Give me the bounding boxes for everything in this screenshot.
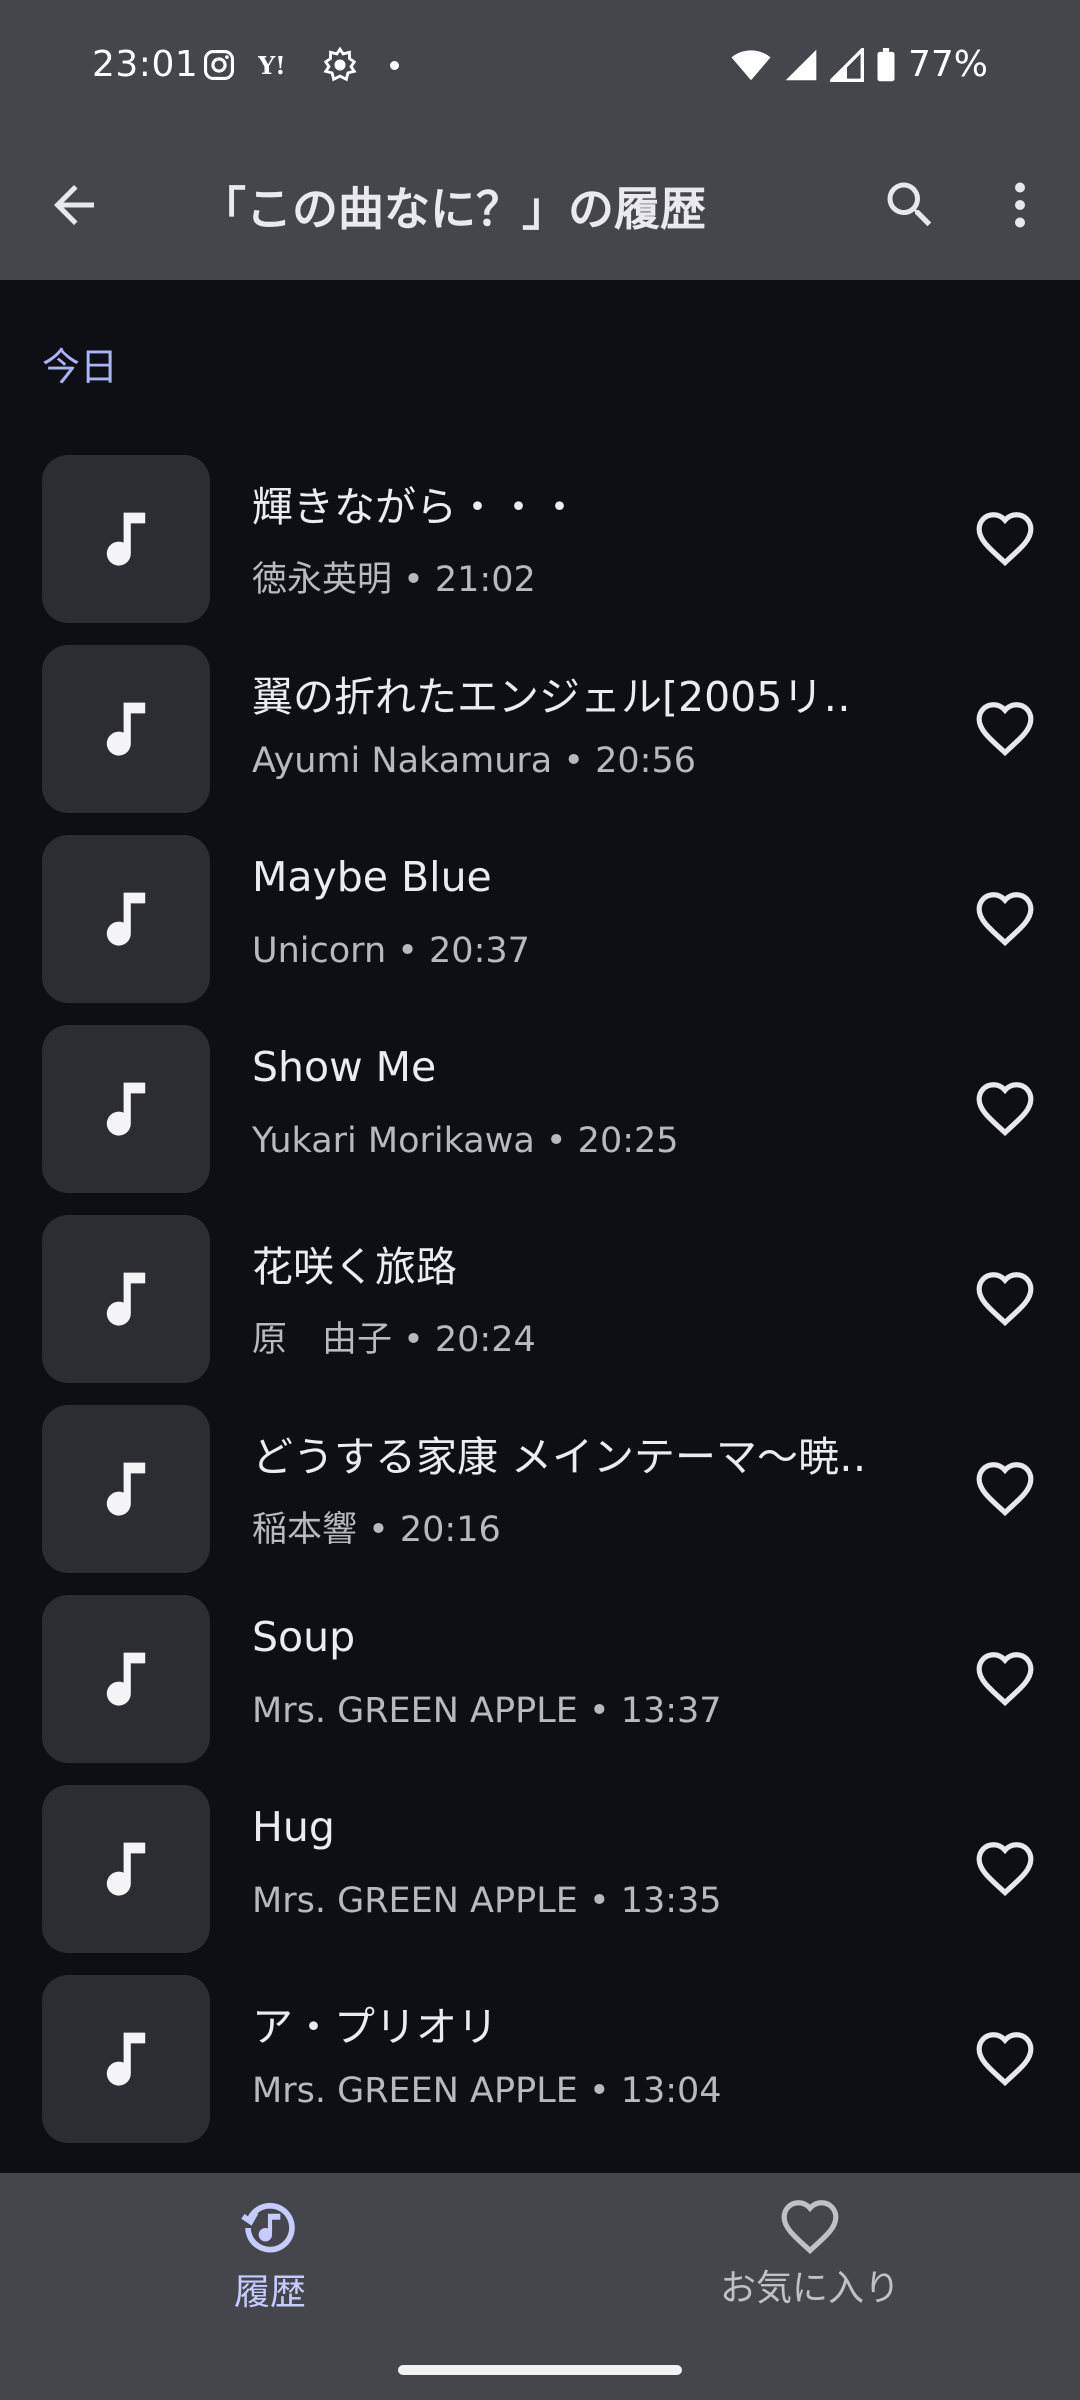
song-title: Maybe Blue bbox=[252, 853, 492, 901]
song-thumbnail bbox=[42, 1975, 210, 2143]
favorite-heart-icon[interactable] bbox=[974, 1079, 1036, 1137]
nav-favorites-tab[interactable]: お気に入り bbox=[660, 2197, 960, 2311]
song-artist-time: 稲本響 • 20:16 bbox=[252, 1510, 501, 1550]
song-artist-time: 徳永英明 • 21:02 bbox=[252, 560, 536, 600]
song-artist-time: Yukari Morikawa • 20:25 bbox=[252, 1121, 679, 1161]
favorite-heart-icon[interactable] bbox=[974, 509, 1036, 567]
nav-history-label: 履歴 bbox=[233, 2272, 306, 2313]
dot-icon bbox=[390, 60, 399, 70]
list-item[interactable]: Show Me Yukari Morikawa • 20:25 bbox=[0, 1025, 1080, 1215]
list-item[interactable]: 輝きながら・・・ 徳永英明 • 21:02 bbox=[0, 455, 1080, 645]
music-note-icon bbox=[106, 702, 146, 756]
nav-history-tab[interactable]: 履歴 bbox=[120, 2197, 420, 2315]
song-thumbnail bbox=[42, 1785, 210, 1953]
song-title: 花咲く旅路 bbox=[252, 1243, 457, 1291]
song-thumbnail bbox=[42, 1405, 210, 1573]
signal-icon bbox=[829, 47, 864, 82]
system-icons: 77% bbox=[730, 44, 988, 85]
song-artist-time: 原 由子 • 20:24 bbox=[252, 1320, 536, 1360]
yahoo-icon: Y! bbox=[258, 51, 286, 80]
song-thumbnail bbox=[42, 1595, 210, 1763]
music-note-icon bbox=[106, 1272, 146, 1326]
favorite-heart-icon[interactable] bbox=[974, 1269, 1036, 1327]
song-artist-time: Mrs. GREEN APPLE • 13:37 bbox=[252, 1691, 722, 1731]
home-indicator[interactable] bbox=[398, 2365, 682, 2375]
music-note-icon bbox=[106, 512, 146, 566]
song-list[interactable]: 輝きながら・・・ 徳永英明 • 21:02 翼の折れたエンジェル[2005リ‥ … bbox=[0, 455, 1080, 2165]
favorite-heart-icon[interactable] bbox=[974, 1649, 1036, 1707]
section-header-today: 今日 bbox=[42, 345, 119, 389]
list-item[interactable]: 花咲く旅路 原 由子 • 20:24 bbox=[0, 1215, 1080, 1405]
instagram-icon bbox=[203, 49, 235, 81]
music-note-icon bbox=[106, 2032, 146, 2086]
music-note-icon bbox=[106, 892, 146, 946]
song-thumbnail bbox=[42, 835, 210, 1003]
wifi-icon bbox=[731, 49, 771, 80]
favorite-outline-icon bbox=[781, 2200, 839, 2255]
search-icon[interactable] bbox=[880, 175, 940, 235]
favorite-heart-icon[interactable] bbox=[974, 699, 1036, 757]
music-note-icon bbox=[106, 1082, 146, 1136]
song-thumbnail bbox=[42, 455, 210, 623]
list-item[interactable]: どうする家康 メインテーマ〜暁‥ 稲本響 • 20:16 bbox=[0, 1405, 1080, 1595]
arrow-back-icon[interactable] bbox=[44, 175, 104, 235]
favorite-heart-icon[interactable] bbox=[974, 889, 1036, 947]
music-note-icon bbox=[106, 1462, 146, 1516]
history-music-icon bbox=[241, 2202, 295, 2253]
song-title: Show Me bbox=[252, 1043, 437, 1091]
song-thumbnail bbox=[42, 645, 210, 813]
song-artist-time: Ayumi Nakamura • 20:56 bbox=[252, 741, 697, 781]
music-note-icon bbox=[106, 1842, 146, 1896]
history-content[interactable]: 今日 輝きながら・・・ 徳永英明 • 21:02 翼の折れたエンジェル[2005… bbox=[0, 280, 1080, 2173]
song-title: 翼の折れたエンジェル[2005リ‥ bbox=[252, 673, 851, 721]
svg-text:Y!: Y! bbox=[258, 51, 286, 80]
song-title: ア・プリオリ bbox=[252, 2003, 498, 2051]
song-artist-time: Mrs. GREEN APPLE • 13:04 bbox=[252, 2071, 722, 2111]
app-notification-icon bbox=[323, 46, 357, 82]
list-item[interactable]: Soup Mrs. GREEN APPLE • 13:37 bbox=[0, 1595, 1080, 1785]
song-artist-time: Mrs. GREEN APPLE • 13:35 bbox=[252, 1881, 722, 1921]
song-artist-time: Unicorn • 20:37 bbox=[252, 931, 530, 971]
music-note-icon bbox=[106, 1652, 146, 1706]
song-thumbnail bbox=[42, 1215, 210, 1383]
list-item[interactable]: ア・プリオリ Mrs. GREEN APPLE • 13:04 bbox=[0, 1975, 1080, 2165]
notification-icons: Y! bbox=[202, 46, 399, 84]
list-item[interactable]: Hug Mrs. GREEN APPLE • 13:35 bbox=[0, 1785, 1080, 1975]
signal-icon bbox=[785, 49, 817, 80]
app-bar: 「この曲なに？」の履歴 bbox=[0, 135, 1080, 280]
status-bar: 23:01 Y! 77% bbox=[0, 0, 1080, 135]
favorite-heart-icon[interactable] bbox=[974, 2029, 1036, 2087]
list-item[interactable]: Maybe Blue Unicorn • 20:37 bbox=[0, 835, 1080, 1025]
page-title: 「この曲なに？」の履歴 bbox=[200, 182, 706, 236]
song-title: 輝きながら・・・ bbox=[252, 483, 580, 531]
battery-icon bbox=[877, 47, 895, 81]
song-title: どうする家康 メインテーマ〜暁‥ bbox=[252, 1433, 867, 1481]
nav-favorites-label: お気に入り bbox=[719, 2268, 900, 2309]
song-title: Soup bbox=[252, 1613, 356, 1661]
battery-percent: 77% bbox=[907, 44, 988, 85]
song-title: Hug bbox=[252, 1803, 335, 1851]
more-vert-icon[interactable] bbox=[990, 175, 1050, 235]
status-time: 23:01 bbox=[92, 44, 199, 85]
favorite-heart-icon[interactable] bbox=[974, 1459, 1036, 1517]
song-thumbnail bbox=[42, 1025, 210, 1193]
favorite-heart-icon[interactable] bbox=[974, 1839, 1036, 1897]
list-item[interactable]: 翼の折れたエンジェル[2005リ‥ Ayumi Nakamura • 20:56 bbox=[0, 645, 1080, 835]
